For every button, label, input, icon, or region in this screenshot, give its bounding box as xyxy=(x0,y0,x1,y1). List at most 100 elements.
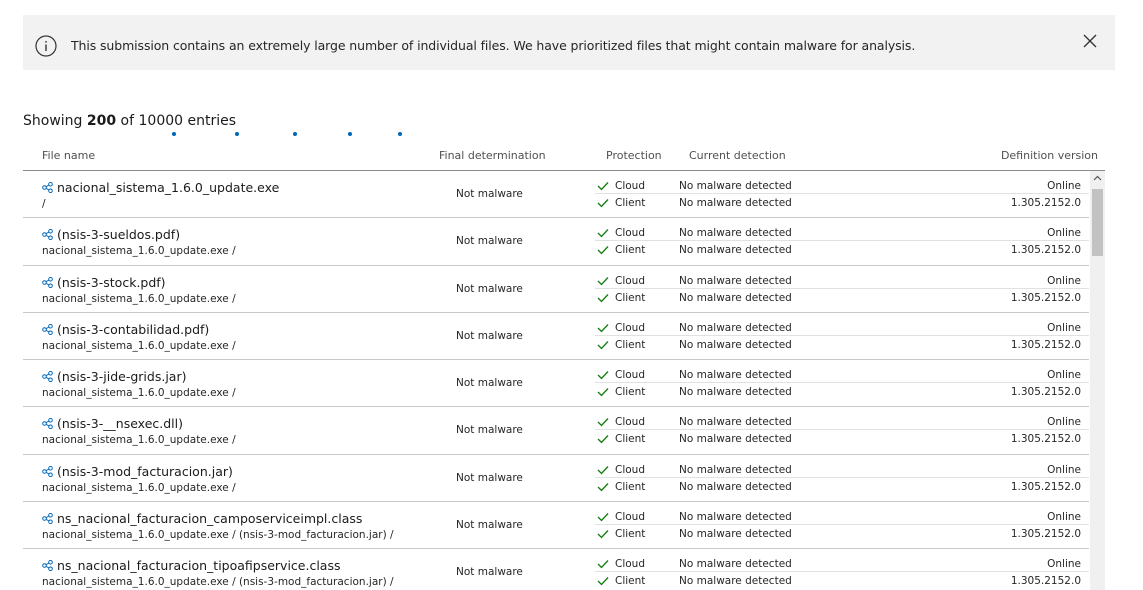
column-header-current-detection[interactable]: Current detection xyxy=(689,149,786,162)
final-determination: Not malware xyxy=(456,282,523,295)
file-name-label[interactable]: nacional_sistema_1.6.0_update.exe xyxy=(57,180,279,195)
protection-label: Cloud xyxy=(615,369,645,382)
detection-cloud: No malware detected xyxy=(679,321,792,334)
final-determination: Not malware xyxy=(456,377,523,390)
file-path: nacional_sistema_1.6.0_update.exe / xyxy=(42,434,236,447)
detection-cloud: No malware detected xyxy=(679,416,792,429)
info-icon xyxy=(35,35,57,57)
loading-dot xyxy=(172,132,176,136)
detection-client: No malware detected xyxy=(679,528,792,541)
protection-client: Client xyxy=(597,528,645,540)
file-name-label[interactable]: (nsis-3-stock.pdf) xyxy=(57,275,166,290)
file-name[interactable]: (nsis-3-mod_facturacion.jar) xyxy=(42,464,233,479)
protection-client: Client xyxy=(597,575,645,587)
detection-cloud: No malware detected xyxy=(679,180,792,192)
file-name[interactable]: (nsis-3-stock.pdf) xyxy=(42,275,166,290)
protection-cloud: Cloud xyxy=(597,464,645,476)
row-divider xyxy=(595,429,1089,431)
row-divider xyxy=(595,240,1089,242)
file-name-label[interactable]: (nsis-3-__nsexec.dll) xyxy=(57,416,183,431)
file-name[interactable]: (nsis-3-__nsexec.dll) xyxy=(42,416,183,431)
checkmark-icon xyxy=(597,229,609,238)
detection-cloud: No malware detected xyxy=(679,274,792,287)
banner-message: This submission contains an extremely la… xyxy=(71,38,916,53)
definition-version-client: 1.305.2152.0 xyxy=(1010,197,1081,209)
scroll-up-arrow-icon[interactable] xyxy=(1093,175,1102,181)
checkmark-icon xyxy=(597,340,609,350)
column-header-protection[interactable]: Protection xyxy=(606,149,662,162)
checkmark-icon xyxy=(597,482,609,492)
file-name-label[interactable]: ns_nacional_facturacion_tipoafipservice.… xyxy=(57,558,341,573)
table-row[interactable]: (nsis-3-__nsexec.dll) nacional_sistema_1.… xyxy=(23,407,1089,455)
protection-cloud: Cloud xyxy=(597,511,645,523)
checkmark-icon xyxy=(597,199,609,208)
file-name[interactable]: ns_nacional_facturacion_camposerviceimpl… xyxy=(42,511,362,526)
detection-client: No malware detected xyxy=(679,575,792,588)
table-row[interactable]: (nsis-3-jide-grids.jar) nacional_sistema_… xyxy=(23,360,1089,408)
file-name-label[interactable]: ns_nacional_facturacion_camposerviceimpl… xyxy=(57,511,362,526)
share-icon xyxy=(42,323,53,335)
protection-label: Client xyxy=(615,291,646,304)
file-name[interactable]: (nsis-3-contabilidad.pdf) xyxy=(42,322,209,337)
final-determination: Not malware xyxy=(456,188,523,200)
protection-label: Client xyxy=(615,244,646,257)
file-name[interactable]: (nsis-3-jide-grids.jar) xyxy=(42,369,186,384)
table-row[interactable]: (nsis-3-contabilidad.pdf) nacional_sistem… xyxy=(23,313,1089,361)
protection-client: Client xyxy=(597,433,645,445)
close-icon[interactable] xyxy=(1083,34,1097,48)
definition-version-cloud: Online xyxy=(1047,369,1081,382)
detection-cloud: No malware detected xyxy=(679,511,792,524)
table-row[interactable]: (nsis-3-stock.pdf) nacional_sistema_1.6.0… xyxy=(23,266,1089,313)
protection-label: Cloud xyxy=(615,227,645,240)
table-row[interactable]: ns_nacional_facturacion_camposerviceimpl… xyxy=(23,502,1089,550)
file-name-label[interactable]: (nsis-3-sueldos.pdf) xyxy=(57,227,180,242)
column-header-definition-version[interactable]: Definition version xyxy=(1001,149,1098,162)
protection-client: Client xyxy=(597,292,645,304)
definition-version-client: 1.305.2152.0 xyxy=(1010,575,1081,588)
file-name[interactable]: (nsis-3-sueldos.pdf) xyxy=(42,227,180,242)
final-determination: Not malware xyxy=(456,424,523,437)
protection-label: Cloud xyxy=(615,416,645,429)
file-name-label[interactable]: (nsis-3-jide-grids.jar) xyxy=(57,369,186,384)
detection-cloud: No malware detected xyxy=(679,558,792,571)
share-icon xyxy=(42,560,53,572)
definition-version-client: 1.305.2152.0 xyxy=(1010,528,1081,541)
detection-client: No malware detected xyxy=(679,338,792,351)
protection-label: Client xyxy=(615,197,646,209)
protection-label: Cloud xyxy=(615,274,645,287)
definition-version-client: 1.305.2152.0 xyxy=(1010,291,1081,304)
share-icon xyxy=(42,182,53,193)
checkmark-icon xyxy=(597,246,609,255)
checkmark-icon xyxy=(597,530,609,539)
vertical-scrollbar[interactable] xyxy=(1090,171,1105,590)
checkmark-icon xyxy=(597,513,609,522)
protection-cloud: Cloud xyxy=(597,180,645,192)
column-header-final-determination[interactable]: Final determination xyxy=(439,149,546,162)
file-name-label[interactable]: (nsis-3-mod_facturacion.jar) xyxy=(57,464,233,479)
table-row[interactable]: (nsis-3-sueldos.pdf) nacional_sistema_1.6… xyxy=(23,218,1089,266)
file-name-label[interactable]: (nsis-3-contabilidad.pdf) xyxy=(57,322,209,337)
table-row[interactable]: nacional_sistema_1.6.0_update.exe / Not ma… xyxy=(23,171,1089,219)
protection-label: Client xyxy=(615,528,646,541)
row-divider xyxy=(595,382,1089,384)
protection-label: Client xyxy=(615,575,646,588)
file-name[interactable]: ns_nacional_facturacion_tipoafipservice.… xyxy=(42,558,341,573)
protection-label: Client xyxy=(615,433,646,446)
checkmark-icon xyxy=(597,560,609,569)
definition-version-client: 1.305.2152.0 xyxy=(1010,244,1081,257)
checkmark-icon xyxy=(597,293,609,303)
checkmark-icon xyxy=(597,577,609,586)
detection-client: No malware detected xyxy=(679,386,792,399)
row-divider xyxy=(595,334,1089,336)
file-path: nacional_sistema_1.6.0_update.exe / (nsi… xyxy=(42,529,394,542)
final-determination: Not malware xyxy=(456,329,523,342)
protection-label: Client xyxy=(615,338,646,351)
table-row[interactable]: ns_nacional_facturacion_tipoafipservice.… xyxy=(23,549,1089,590)
share-icon xyxy=(42,465,53,477)
column-header-file-name[interactable]: File name xyxy=(42,149,95,162)
table-row[interactable]: (nsis-3-mod_facturacion.jar) nacional_sis… xyxy=(23,455,1089,503)
scrollbar-thumb[interactable] xyxy=(1092,189,1103,256)
summary-suffix: of 10000 entries xyxy=(116,113,237,129)
file-name[interactable]: nacional_sistema_1.6.0_update.exe xyxy=(42,180,279,195)
summary-count: 200 xyxy=(86,113,117,129)
